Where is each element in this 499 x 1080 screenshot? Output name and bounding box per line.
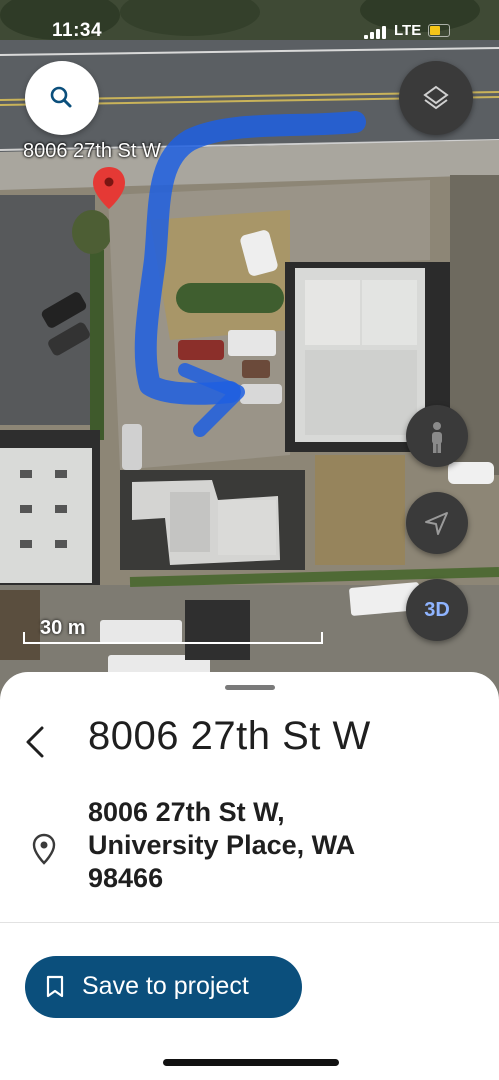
status-time: 11:34 <box>52 20 103 41</box>
satellite-map[interactable]: 11:34 LTE 8006 27th St W 30 m 3D <box>0 0 499 700</box>
bookmark-icon <box>46 975 64 998</box>
home-indicator <box>163 1059 339 1066</box>
street-view-button[interactable] <box>406 405 468 467</box>
search-button[interactable] <box>25 61 99 135</box>
map-address-label: 8006 27th St W <box>23 140 161 162</box>
chevron-left-icon <box>26 726 44 758</box>
save-to-project-button[interactable]: Save to project <box>25 956 302 1018</box>
scale-label: 30 m <box>40 617 86 639</box>
search-icon <box>50 86 72 108</box>
layers-icon <box>423 85 449 110</box>
back-button[interactable] <box>22 724 52 760</box>
place-title: 8006 27th St W <box>88 714 371 758</box>
pegman-icon <box>432 422 442 453</box>
place-details-sheet: 8006 27th St W 8006 27th St W, Universit… <box>0 672 499 1080</box>
address-pin-icon <box>30 832 58 866</box>
layers-button[interactable] <box>399 61 473 135</box>
battery-icon <box>428 24 450 37</box>
signal-icon <box>364 25 386 39</box>
full-address: 8006 27th St W, University Place, WA 984… <box>88 797 356 893</box>
divider <box>0 922 499 923</box>
sheet-drag-handle[interactable] <box>225 685 275 690</box>
3d-toggle-button[interactable]: 3D <box>406 579 468 641</box>
my-location-button[interactable] <box>406 492 468 554</box>
save-button-label: Save to project <box>82 972 249 1000</box>
network-label: LTE <box>394 22 422 39</box>
navigation-arrow-icon <box>425 512 448 535</box>
status-bar: 11:34 LTE <box>0 0 499 44</box>
